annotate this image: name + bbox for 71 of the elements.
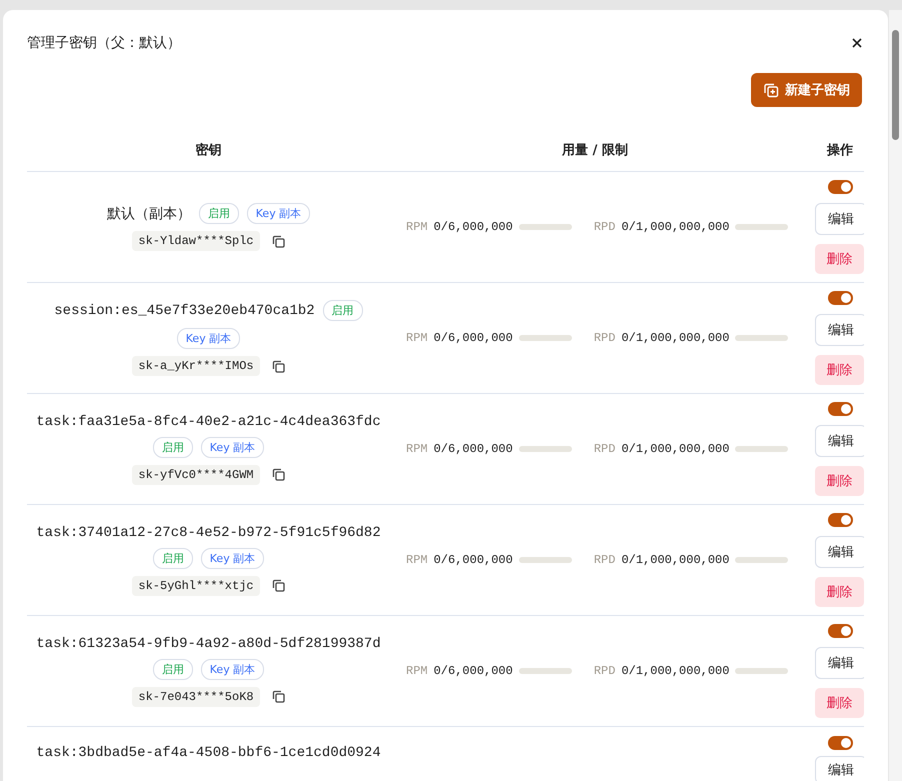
key-name: task:37401a12-27c8-4e52-b972-5f91c5f96d82 xyxy=(36,524,381,540)
column-header: 密钥 xyxy=(27,129,390,172)
tag-badge: Key 副本 xyxy=(246,203,310,224)
limit-label: RPM xyxy=(406,331,428,345)
key-name: task:3bdbad5e-af4a-4508-bbf6-1ce1cd0d0924 xyxy=(36,745,381,761)
column-header: 操作 xyxy=(800,129,864,172)
toggle-switch[interactable] xyxy=(828,513,853,527)
key-name: task:61323a54-9fb9-4a92-a80d-5df28199387d xyxy=(36,636,381,652)
limit-label: RPD xyxy=(594,331,616,345)
limit-label: RPM xyxy=(406,664,428,678)
limit-label: RPM xyxy=(406,220,428,234)
status-badge: 启用 xyxy=(152,548,193,568)
limit-label: RPD xyxy=(594,553,616,567)
copy-icon[interactable] xyxy=(272,468,285,481)
masked-key: sk-7e043****5oK8 xyxy=(132,686,260,706)
limit-label: RPD xyxy=(594,220,616,234)
limit-label: RPD xyxy=(594,442,616,456)
toggle-switch[interactable] xyxy=(828,736,853,750)
toggle-switch[interactable] xyxy=(828,180,853,194)
toggle-switch[interactable] xyxy=(828,402,853,416)
status-badge: 启用 xyxy=(152,658,193,680)
tag-badge: Key 副本 xyxy=(200,436,264,458)
limit-value: 0/6,000,000 xyxy=(434,553,513,567)
copy-icon[interactable] xyxy=(272,360,285,372)
limit-label: RPM xyxy=(406,553,428,567)
key-name: 默认（副本） xyxy=(106,206,191,222)
edit-button[interactable]: 编辑 xyxy=(815,425,864,457)
copy-icon[interactable] xyxy=(272,234,285,248)
limit-label: RPD xyxy=(594,664,616,678)
limit-value: 0/1,000,000,000 xyxy=(621,442,730,456)
delete-button[interactable]: 删除 xyxy=(815,244,864,274)
tag-badge: Key 副本 xyxy=(200,548,264,568)
limit-value: 0/6,000,000 xyxy=(434,220,513,234)
copy-icon[interactable] xyxy=(272,579,285,592)
status-badge: 启用 xyxy=(152,436,193,458)
toggle-switch[interactable] xyxy=(828,291,853,305)
edit-button[interactable]: 编辑 xyxy=(815,314,864,346)
status-badge: 启用 xyxy=(198,203,239,224)
copy-icon[interactable] xyxy=(272,690,285,703)
edit-button[interactable]: 编辑 xyxy=(815,536,864,568)
tag-badge: Key 副本 xyxy=(200,658,264,680)
key-name: session:es_45e7f33e20eb470ca1b2 xyxy=(54,302,315,318)
limit-value: 0/6,000,000 xyxy=(434,664,513,678)
masked-key: sk-5yGhl****xtjc xyxy=(132,576,260,596)
scrollbar[interactable] xyxy=(889,10,902,781)
limit-value: 0/1,000,000,000 xyxy=(621,553,730,567)
edit-button[interactable]: 编辑 xyxy=(815,203,864,235)
limit-label: RPM xyxy=(406,442,428,456)
masked-key: sk-Yldaw****Splc xyxy=(132,231,260,251)
limit-value: 0/1,000,000,000 xyxy=(621,664,730,678)
edit-button[interactable]: 编辑 xyxy=(815,647,864,679)
edit-button[interactable]: 编辑 xyxy=(815,756,864,781)
delete-button[interactable]: 删除 xyxy=(815,688,864,718)
tag-badge: Key 副本 xyxy=(176,328,240,349)
key-name: task:faa31e5a-8fc4-40e2-a21c-4c4dea363fdc xyxy=(36,414,381,430)
limit-value: 0/6,000,000 xyxy=(434,442,513,456)
copy-plus-icon xyxy=(763,82,779,98)
column-header: 用量 / 限制 xyxy=(390,129,800,172)
limit-value: 0/6,000,000 xyxy=(434,331,513,345)
delete-button[interactable]: 删除 xyxy=(815,355,864,385)
status-badge: 启用 xyxy=(322,300,363,321)
close-icon[interactable] xyxy=(850,36,864,50)
toggle-switch[interactable] xyxy=(828,624,853,638)
delete-button[interactable]: 删除 xyxy=(815,577,864,607)
dialog-title: 管理子密钥（父：默认） xyxy=(27,34,181,52)
create-subkey-button[interactable]: 新建子密钥 xyxy=(751,73,862,107)
masked-key: sk-yfVc0****4GWM xyxy=(132,464,260,484)
limit-value: 0/1,000,000,000 xyxy=(621,220,730,234)
delete-button[interactable]: 删除 xyxy=(815,466,864,496)
limit-value: 0/1,000,000,000 xyxy=(621,331,730,345)
masked-key: sk-a_yKr****IMOs xyxy=(132,356,260,376)
